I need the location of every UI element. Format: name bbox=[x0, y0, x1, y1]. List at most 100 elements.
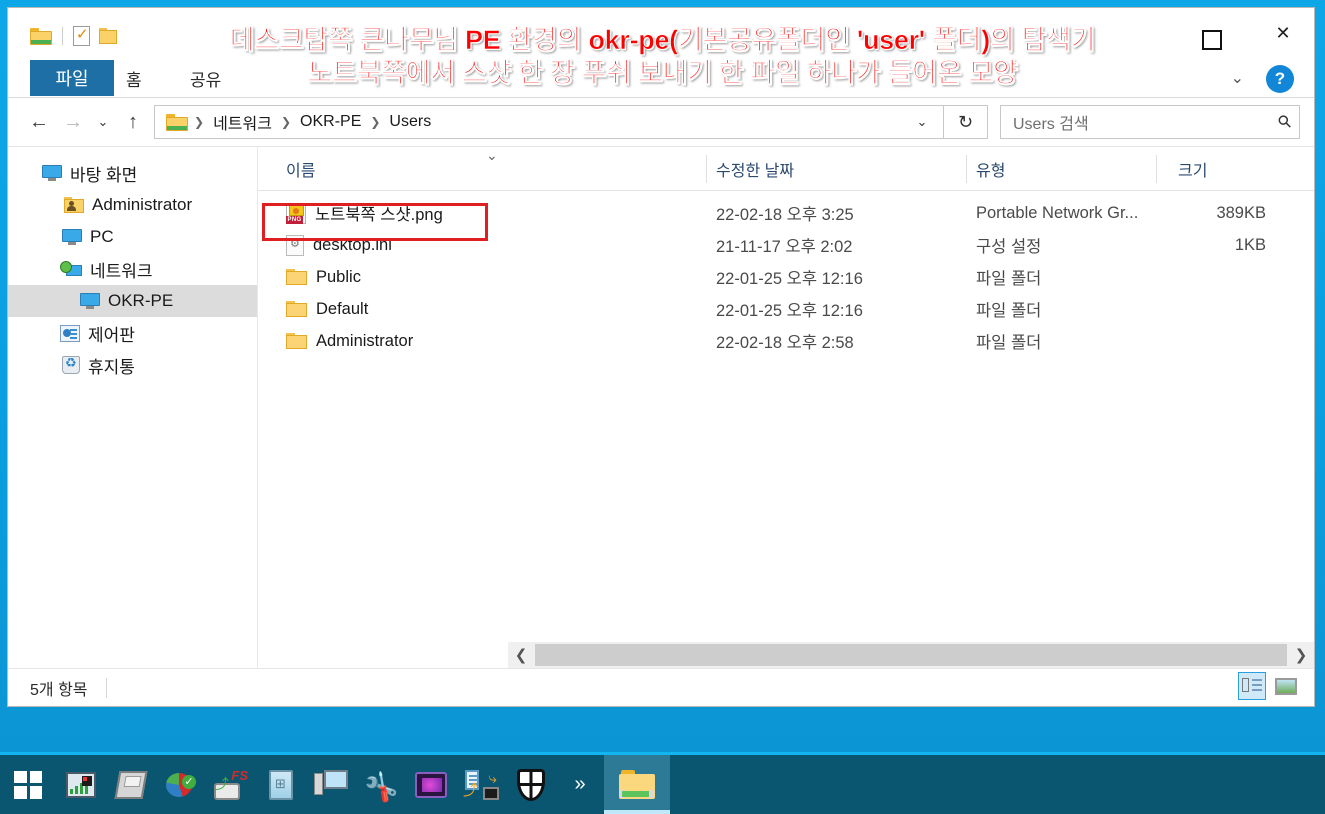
scroll-right-icon[interactable]: ❯ bbox=[1288, 642, 1314, 668]
status-divider bbox=[105, 677, 107, 698]
file-date-cell: 22-01-25 오후 12:16 bbox=[716, 302, 863, 320]
taskbar-media-player-button[interactable] bbox=[406, 755, 456, 814]
scrollbar-thumb[interactable] bbox=[535, 644, 1287, 666]
table-row[interactable]: Public 22-01-25 오후 12:16 파일 폴더 bbox=[258, 261, 1314, 293]
taskbar-pc-setup-button[interactable] bbox=[306, 755, 356, 814]
ini-file-icon bbox=[286, 234, 304, 256]
taskbar-file-explorer-button[interactable] bbox=[604, 755, 670, 814]
table-row[interactable]: Default 22-01-25 오후 12:16 파일 폴더 bbox=[258, 293, 1314, 325]
file-size-cell bbox=[1156, 325, 1266, 357]
explorer-body: 바탕 화면 Administrator PC 네트워크 OKR-PE 제어판 ♻… bbox=[8, 146, 1314, 668]
tab-file[interactable]: 파일 bbox=[30, 60, 114, 96]
help-icon[interactable]: ? bbox=[1266, 65, 1294, 93]
taskbar-network-monitor-button[interactable] bbox=[56, 755, 106, 814]
tab-share[interactable]: 공유 bbox=[190, 60, 221, 96]
sort-indicator-icon[interactable]: ⌄ bbox=[486, 147, 498, 164]
address-bar[interactable]: ❯ 네트워크 ❯ OKR-PE ❯ Users ⌄ bbox=[154, 105, 944, 139]
folder-icon[interactable] bbox=[30, 27, 52, 45]
table-row[interactable]: Administrator 22-02-18 오후 2:58 파일 폴더 bbox=[258, 325, 1314, 357]
horizontal-scrollbar[interactable]: ❮ ❯ bbox=[508, 642, 1314, 668]
windows-start-icon bbox=[14, 770, 42, 799]
sidebar-item-label: 네트워크 bbox=[90, 261, 153, 281]
file-date-cell: 22-02-18 오후 3:25 bbox=[716, 206, 854, 224]
file-name-label: desktop.ini bbox=[313, 235, 392, 254]
file-name-cell[interactable]: Administrator bbox=[286, 325, 413, 357]
maximize-button[interactable] bbox=[1202, 30, 1222, 50]
details-view-button[interactable] bbox=[1238, 672, 1266, 700]
windows-book-icon bbox=[269, 769, 293, 800]
sidebar-item-administrator[interactable]: Administrator bbox=[8, 189, 258, 221]
breadcrumb-users[interactable]: Users bbox=[386, 113, 434, 131]
column-header-size[interactable]: 크기 bbox=[1178, 147, 1207, 191]
breadcrumb-separator: ❯ bbox=[370, 115, 381, 129]
sidebar-item-recycle-bin[interactable]: 휴지통 bbox=[8, 349, 258, 381]
sidebar-item-label: Administrator bbox=[92, 195, 193, 214]
table-row[interactable]: desktop.ini 21-11-17 오후 2:02 구성 설정 1KB bbox=[258, 229, 1314, 261]
sidebar-item-label: 휴지통 bbox=[88, 357, 135, 377]
user-folder-icon bbox=[64, 197, 84, 213]
breadcrumb-separator: ❯ bbox=[280, 115, 292, 129]
column-divider[interactable] bbox=[706, 155, 707, 183]
quick-access-toolbar bbox=[30, 25, 117, 46]
back-button[interactable]: ← bbox=[22, 105, 56, 139]
new-folder-icon[interactable] bbox=[99, 28, 117, 44]
recent-locations-button[interactable]: ⌄ bbox=[90, 105, 116, 139]
png-file-icon: PNG bbox=[286, 202, 306, 224]
file-rows: PNG 노트북쪽 스샷.png 22-02-18 오후 3:25 Portabl… bbox=[258, 191, 1314, 357]
taskbar-windows-book-button[interactable] bbox=[256, 755, 306, 814]
file-name-cell[interactable]: desktop.ini bbox=[286, 229, 392, 261]
file-name-label: Administrator bbox=[316, 331, 414, 350]
title-bar: ✕ bbox=[8, 8, 1314, 60]
file-name-label: Default bbox=[316, 299, 369, 318]
column-divider[interactable] bbox=[966, 155, 967, 183]
taskbar-tools-button[interactable]: 🔧 🪛 bbox=[356, 755, 406, 814]
file-size-cell: 1KB bbox=[1234, 235, 1266, 254]
file-name-cell[interactable]: Default bbox=[286, 293, 368, 325]
sidebar-item-network[interactable]: 네트워크 bbox=[8, 253, 258, 285]
taskbar-overflow-icon[interactable]: » bbox=[556, 755, 604, 814]
address-dropdown-icon[interactable]: ⌄ bbox=[901, 106, 943, 138]
column-header-name[interactable]: 이름 bbox=[286, 147, 315, 191]
tab-home[interactable]: 홈 bbox=[126, 60, 142, 96]
search-input-placeholder[interactable]: Users 검색 bbox=[1013, 110, 1279, 134]
file-date-cell: 22-01-25 오후 12:16 bbox=[716, 270, 863, 288]
search-box[interactable]: Users 검색 ⚲ bbox=[1000, 105, 1300, 139]
taskbar-fs-backup-button[interactable]: FS ⤴ bbox=[206, 755, 256, 814]
column-headers: ⌄ 이름 수정한 날짜 유형 크기 bbox=[258, 147, 1314, 191]
sidebar-item-pc[interactable]: PC bbox=[8, 221, 258, 253]
breadcrumb-network[interactable]: 네트워크 bbox=[210, 110, 275, 134]
file-list-pane: ⌄ 이름 수정한 날짜 유형 크기 PNG 노트북쪽 스샷.png 22-02-… bbox=[258, 147, 1314, 668]
forward-button[interactable]: → bbox=[56, 105, 90, 139]
taskbar-partition-manager-button[interactable]: ✓ bbox=[156, 755, 206, 814]
address-bar-row: ← → ⌄ ↑ ❯ 네트워크 ❯ OKR-PE ❯ Users ⌄ ↻ User… bbox=[8, 98, 1314, 146]
sidebar-item-control-panel[interactable]: 제어판 bbox=[8, 317, 258, 349]
file-size-cell bbox=[1156, 293, 1266, 325]
file-name-cell[interactable]: PNG 노트북쪽 스샷.png bbox=[286, 197, 443, 229]
column-header-type[interactable]: 유형 bbox=[976, 147, 1005, 191]
chevron-down-icon[interactable]: ⌄ bbox=[1231, 68, 1244, 88]
computer-icon bbox=[80, 293, 100, 309]
file-size-cell: 389KB bbox=[1216, 203, 1266, 222]
start-button[interactable] bbox=[0, 755, 56, 814]
sidebar-item-desktop[interactable]: 바탕 화면 bbox=[8, 157, 258, 189]
window-controls: ✕ bbox=[1260, 16, 1306, 50]
sidebar-item-okr-pe[interactable]: OKR-PE bbox=[8, 285, 258, 317]
table-row[interactable]: PNG 노트북쪽 스샷.png 22-02-18 오후 3:25 Portabl… bbox=[258, 197, 1314, 229]
column-divider[interactable] bbox=[1156, 155, 1157, 183]
taskbar-floppy-button[interactable] bbox=[106, 755, 156, 814]
taskbar-security-shield-button[interactable] bbox=[506, 755, 556, 814]
details-view-icon bbox=[1242, 678, 1262, 694]
refresh-button[interactable]: ↻ bbox=[944, 105, 988, 139]
taskbar-backup-restore-button[interactable]: ⤷ ⤴ bbox=[456, 755, 506, 814]
media-player-icon bbox=[415, 771, 447, 798]
folder-icon bbox=[286, 269, 307, 285]
scroll-left-icon[interactable]: ❮ bbox=[508, 642, 534, 668]
recycle-bin-icon bbox=[62, 355, 80, 374]
close-button[interactable]: ✕ bbox=[1260, 16, 1306, 50]
up-button[interactable]: ↑ bbox=[116, 105, 150, 139]
breadcrumb-okr-pe[interactable]: OKR-PE bbox=[297, 113, 364, 131]
large-icons-view-button[interactable] bbox=[1272, 672, 1300, 700]
column-header-date[interactable]: 수정한 날짜 bbox=[716, 147, 794, 191]
file-name-cell[interactable]: Public bbox=[286, 261, 361, 293]
properties-checkbox-icon[interactable] bbox=[73, 25, 90, 46]
